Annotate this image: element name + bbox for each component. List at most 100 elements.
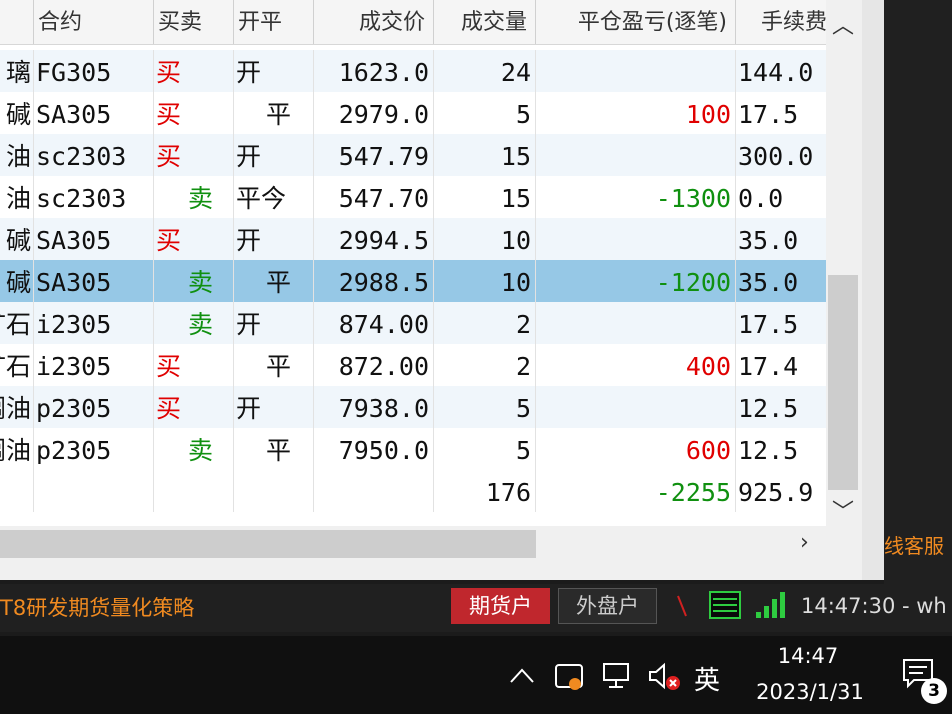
show-hidden-icons-icon[interactable] xyxy=(508,664,536,686)
table-cell: 2 xyxy=(434,302,536,344)
table-cell: SA305 xyxy=(34,92,154,134)
status-time: 14:47:30 - wh xyxy=(801,594,947,618)
table-row[interactable]: 璃 FG305 买开 1623.0 24 144.0 xyxy=(0,50,826,92)
table-cell: 600 xyxy=(536,428,736,470)
table-cell: 卖 xyxy=(154,176,234,218)
table-cell: 平 xyxy=(234,92,314,134)
table-cell xyxy=(154,470,234,512)
table-row[interactable]: 碱 SA305 买开 2994.5 10 35.0 xyxy=(0,218,826,260)
table-row[interactable]: 碱 SA305 卖平 2988.5 10 -1200 35.0 xyxy=(0,260,826,302)
table-cell: 24 xyxy=(434,50,536,92)
table-cell xyxy=(536,302,736,344)
grid-monitor-icon[interactable] xyxy=(709,590,741,620)
trade-grid: 户合约买卖开平成交价成交量平仓盈亏(逐笔)手续费 璃FG305买开1623.02… xyxy=(0,0,826,526)
table-cell xyxy=(536,218,736,260)
table-row[interactable]: 矿石i2305卖开874.002 17.5 xyxy=(0,302,826,344)
column-header[interactable]: 平仓盈亏(逐笔) xyxy=(536,0,736,44)
table-cell: 买 xyxy=(154,50,234,92)
table-cell: 15 xyxy=(434,176,536,218)
table-cell: SA305 xyxy=(34,218,154,260)
column-header[interactable]: 合约 xyxy=(34,0,154,44)
table-cell: i2305 xyxy=(34,302,154,344)
table-cell: 买 xyxy=(154,92,234,134)
table-cell xyxy=(34,470,154,512)
table-cell: 300.0 xyxy=(736,134,826,176)
table-cell: 925.9 xyxy=(736,470,826,512)
horizontal-scroll-thumb[interactable] xyxy=(0,530,536,558)
table-cell: 17.5 xyxy=(736,302,826,344)
table-cell: 547.79 xyxy=(314,134,434,176)
table-cell: p2305 xyxy=(34,386,154,428)
table-row[interactable]: 油 sc2303 卖平今 547.70 15 -1300 0.0 xyxy=(0,176,826,218)
table-cell: FG305 xyxy=(34,50,154,92)
online-service-link[interactable]: 线客服 xyxy=(884,530,944,559)
table-cell: -1300 xyxy=(536,176,736,218)
table-row[interactable]: 矿石i2305买平872.00240017.4 xyxy=(0,344,826,386)
table-cell: 开 xyxy=(234,134,314,176)
table-cell: 5 xyxy=(434,386,536,428)
table-cell: 15 xyxy=(434,134,536,176)
table-cell: 12.5 xyxy=(736,386,826,428)
table-cell: 10 xyxy=(434,260,536,302)
marquee-text[interactable]: T8研发期货量化策略 xyxy=(0,592,194,622)
column-header[interactable]: 手续费 xyxy=(736,0,826,44)
table-cell: 矿石 xyxy=(0,302,34,344)
table-row[interactable]: 榈油p2305卖平7950.0560012.5 xyxy=(0,428,826,470)
background-panel xyxy=(884,0,952,585)
table-cell: 1623.0 xyxy=(314,50,434,92)
futures-account-button[interactable]: 期货户 xyxy=(451,588,550,624)
column-header[interactable]: 开平 xyxy=(234,0,314,44)
network-icon[interactable] xyxy=(601,660,637,692)
column-header[interactable]: 成交价 xyxy=(314,0,434,44)
table-cell: 卖 xyxy=(154,260,234,302)
table-cell: -1200 xyxy=(536,260,736,302)
table-cell: 买 xyxy=(154,386,234,428)
table-cell: 2988.5 xyxy=(314,260,434,302)
clock-time[interactable]: 14:47 xyxy=(748,644,868,668)
table-cell: 买 xyxy=(154,344,234,386)
table-cell: 买 xyxy=(154,218,234,260)
table-cell: sc2303 xyxy=(34,176,154,218)
clock-date[interactable]: 2023/1/31 xyxy=(740,680,880,704)
table-cell: 碱 xyxy=(0,260,34,302)
table-cell: p2305 xyxy=(34,428,154,470)
table-cell: 平 xyxy=(234,344,314,386)
table-cell: 2979.0 xyxy=(314,92,434,134)
foreign-account-button[interactable]: 外盘户 xyxy=(558,588,657,624)
table-cell: 油 xyxy=(0,134,34,176)
notification-count-badge: 3 xyxy=(921,678,947,704)
table-row[interactable]: 榈油p2305买开7938.05 12.5 xyxy=(0,386,826,428)
table-cell: 874.00 xyxy=(314,302,434,344)
scroll-down-icon[interactable]: ﹀ xyxy=(832,494,854,526)
ime-indicator[interactable]: 英 xyxy=(694,660,720,697)
table-cell: 5 xyxy=(434,92,536,134)
table-cell: 油 xyxy=(0,176,34,218)
table-cell: 璃 xyxy=(0,50,34,92)
table-cell: 碱 xyxy=(0,218,34,260)
column-header[interactable]: 买卖 xyxy=(154,0,234,44)
table-cell xyxy=(234,470,314,512)
table-cell: 榈油 xyxy=(0,386,34,428)
disconnect-icon xyxy=(677,595,687,617)
table-cell: 买 xyxy=(154,134,234,176)
table-cell: 35.0 xyxy=(736,260,826,302)
app-tray-icon[interactable] xyxy=(553,660,589,692)
table-cell xyxy=(0,470,34,512)
vertical-scroll-thumb[interactable] xyxy=(828,275,858,490)
column-header[interactable]: 成交量 xyxy=(434,0,536,44)
totals-row: 176 -2255 925.9 xyxy=(0,470,826,512)
scroll-up-icon[interactable]: ︿ xyxy=(832,8,854,40)
table-cell: 35.0 xyxy=(736,218,826,260)
table-row[interactable]: 碱 SA305 买平 2979.0 5 100 17.5 xyxy=(0,92,826,134)
table-cell: 5 xyxy=(434,428,536,470)
scroll-right-icon[interactable]: › xyxy=(800,530,809,555)
table-cell: 2 xyxy=(434,344,536,386)
table-row[interactable]: 油 sc2303 买开 547.79 15 300.0 xyxy=(0,134,826,176)
table-cell: 12.5 xyxy=(736,428,826,470)
table-cell: 547.70 xyxy=(314,176,434,218)
table-cell xyxy=(536,386,736,428)
table-cell: 400 xyxy=(536,344,736,386)
volume-muted-icon[interactable] xyxy=(646,660,686,694)
table-cell: 碱 xyxy=(0,92,34,134)
column-header[interactable]: 户 xyxy=(0,0,34,44)
